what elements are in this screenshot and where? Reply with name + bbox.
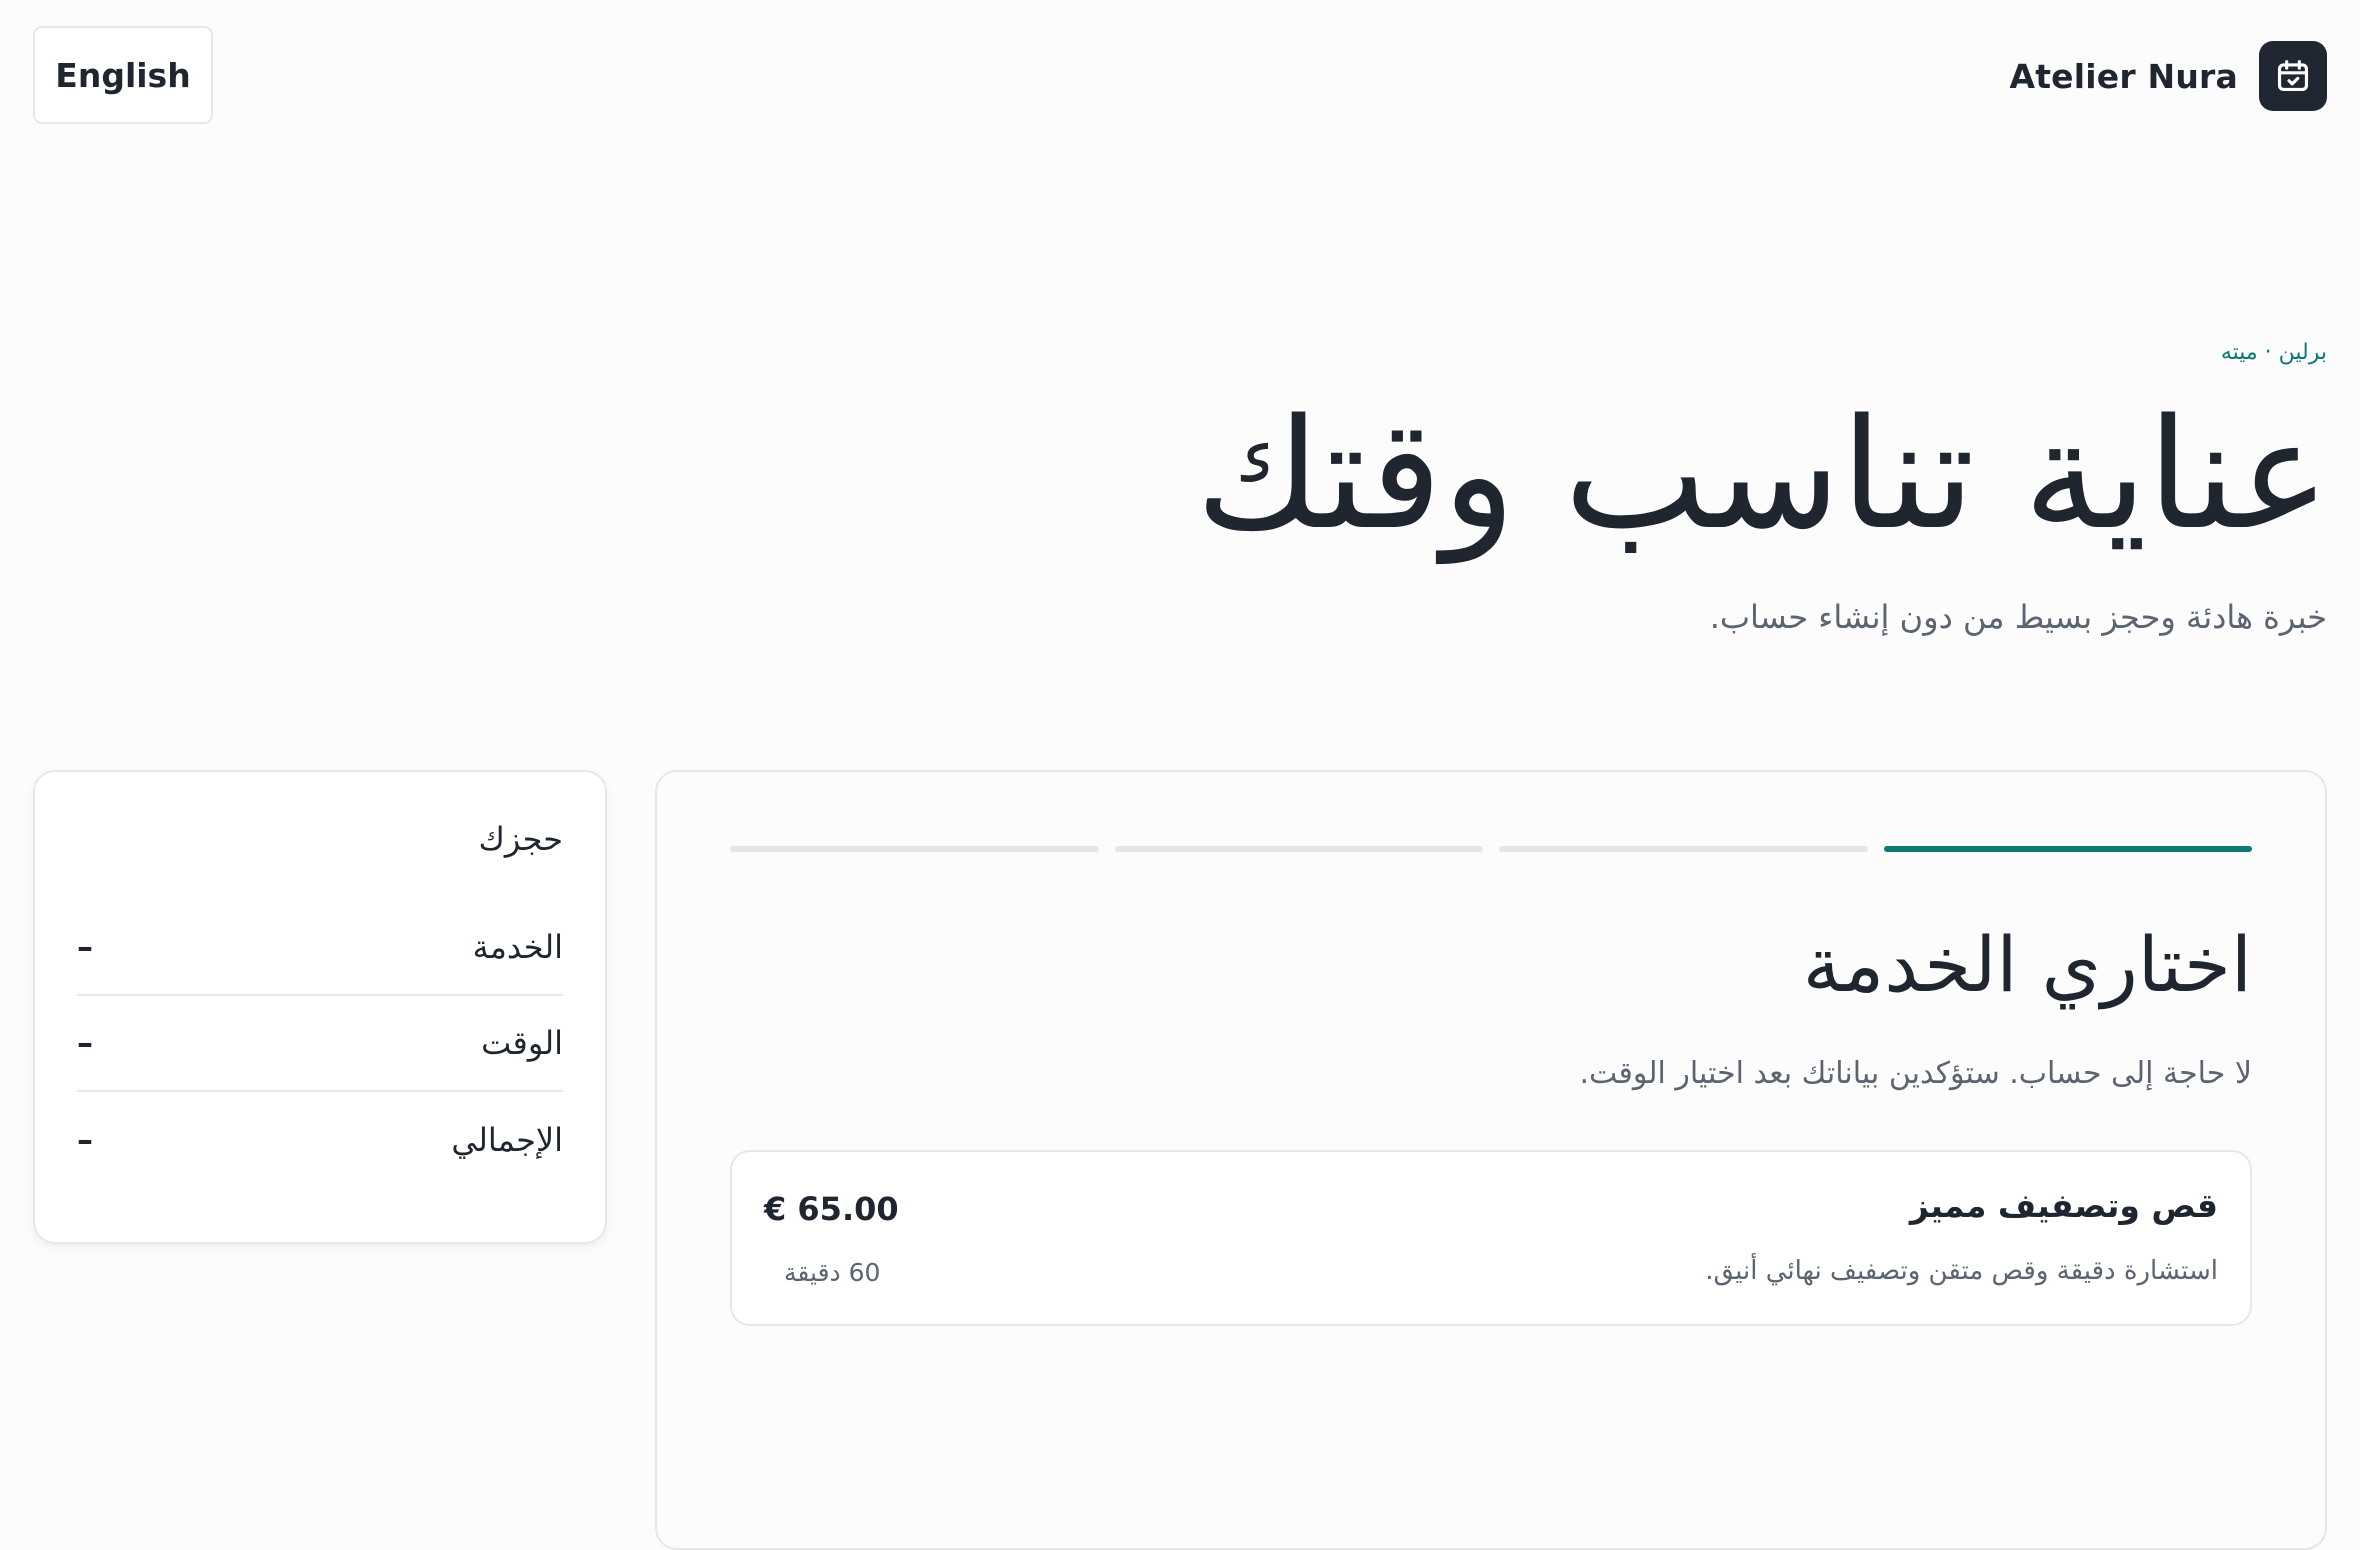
- summary-row-time: الوقت –: [77, 996, 563, 1092]
- step-segment-1: [1883, 846, 2252, 852]
- service-name: قص وتصفيف مميز: [1909, 1186, 2218, 1225]
- service-selection-card: اختاري الخدمة لا حاجة إلى حساب. ستؤكدين …: [655, 770, 2327, 1550]
- booking-summary-card: حجزك الخدمة – الوقت – الإجمالي –: [33, 770, 607, 1244]
- calendar-check-icon: [2259, 41, 2327, 111]
- summary-value: –: [77, 1024, 93, 1062]
- service-option[interactable]: قص وتصفيف مميز استشارة دقيقة وقص متقن وت…: [730, 1150, 2252, 1326]
- brand: Atelier Nura: [2009, 40, 2327, 112]
- service-duration: 60 دقيقة: [784, 1258, 881, 1287]
- summary-label: الإجمالي: [451, 1121, 563, 1159]
- summary-title: حجزك: [478, 820, 563, 858]
- language-switch-button[interactable]: English: [33, 26, 213, 124]
- hero-title: عناية تناسب وقتك: [1195, 386, 2330, 563]
- step-subtitle: لا حاجة إلى حساب. ستؤكدين بياناتك بعد اخ…: [1579, 1056, 2252, 1091]
- step-segment-2: [1499, 846, 1868, 852]
- summary-label: الوقت: [481, 1024, 563, 1062]
- step-segment-3: [1114, 846, 1483, 852]
- step-progress: [730, 846, 2252, 852]
- summary-label: الخدمة: [472, 928, 563, 966]
- summary-row-service: الخدمة –: [77, 900, 563, 996]
- location-eyebrow: برلين · ميته: [2220, 340, 2327, 365]
- brand-name: Atelier Nura: [2009, 56, 2238, 96]
- step-segment-4: [730, 846, 1099, 852]
- service-description: استشارة دقيقة وقص متقن وتصفيف نهائي أنيق…: [1705, 1256, 2218, 1286]
- hero-subtitle: خبرة هادئة وحجز بسيط من دون إنشاء حساب.: [1709, 598, 2327, 636]
- summary-row-total: الإجمالي –: [77, 1092, 563, 1188]
- step-title: اختاري الخدمة: [1802, 920, 2252, 1009]
- summary-value: –: [77, 1121, 93, 1159]
- summary-value: –: [77, 928, 93, 966]
- service-price: € 65.00: [764, 1190, 899, 1228]
